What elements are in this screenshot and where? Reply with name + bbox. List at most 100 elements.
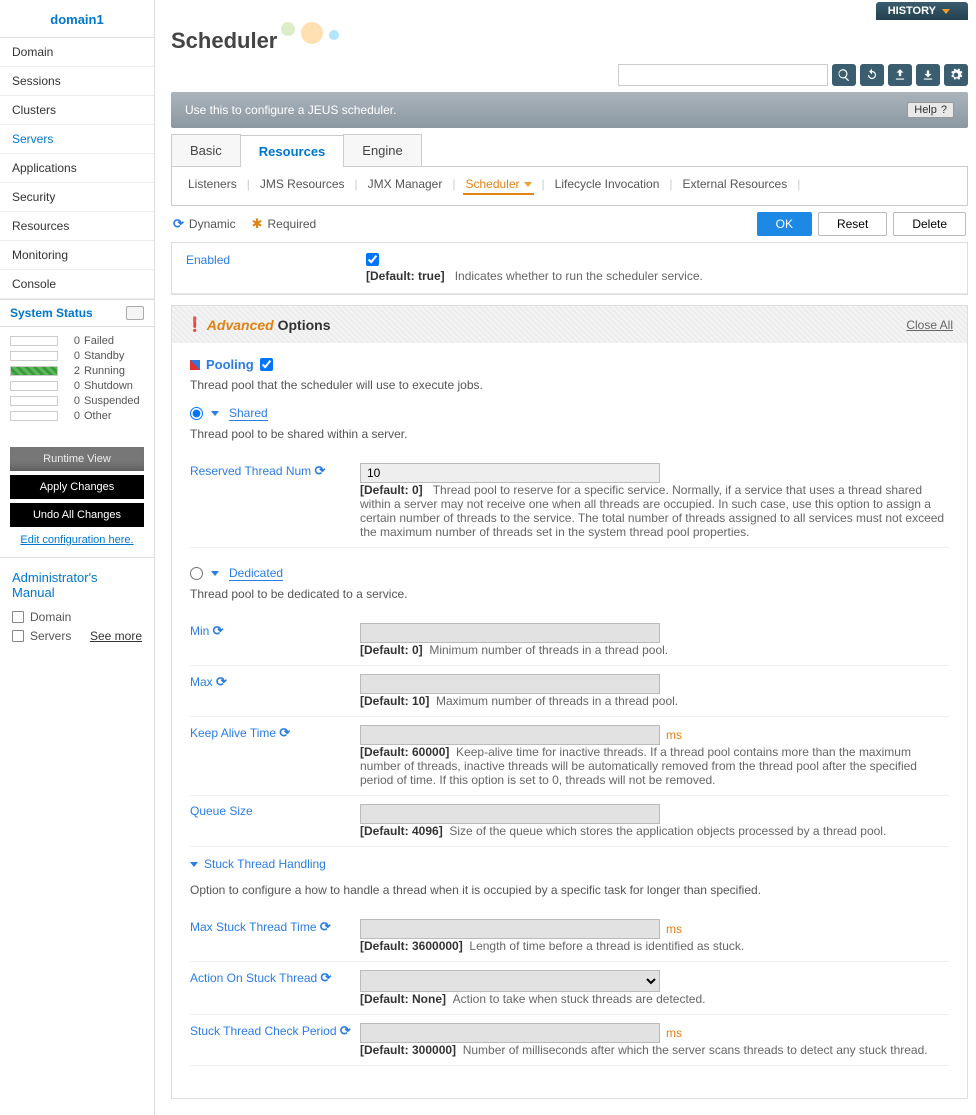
chevron-down-icon [942,9,950,14]
settings-button[interactable] [944,64,968,86]
form-row: Max ⟳[Default: 10] Maximum number of thr… [190,666,949,717]
pooling-icon [190,360,200,370]
chevron-down-icon [211,571,219,576]
dedicated-radio[interactable] [190,567,203,580]
status-label: Suspended [84,395,140,407]
dedicated-desc: Thread pool to be dedicated to a service… [190,587,949,601]
nav-item-sessions[interactable]: Sessions [0,67,154,96]
book-icon [12,611,24,623]
queue-input[interactable] [360,804,660,824]
description-text: Use this to configure a JEUS scheduler. [185,103,396,117]
dynamic-icon: ⟳ [340,1023,351,1038]
system-status-table: 0Failed0Standby2Running0Shutdown0Suspend… [0,327,154,437]
dedicated-label[interactable]: Dedicated [229,566,283,581]
undo-changes-button[interactable]: Undo All Changes [10,503,144,527]
check-period-input[interactable] [360,1023,660,1043]
nav-item-security[interactable]: Security [0,183,154,212]
action-select[interactable] [360,970,660,992]
stuck-thread-section[interactable]: Stuck Thread Handling [190,857,326,871]
min-input[interactable] [360,623,660,643]
help-icon: ? [941,104,947,116]
search-button[interactable] [832,64,856,86]
hint-text: Action to take when stuck threads are de… [453,992,706,1006]
keepalive-input[interactable] [360,725,660,745]
import-button[interactable] [916,64,940,86]
runtime-view-button[interactable]: Runtime View [10,447,144,471]
status-label: Shutdown [84,380,133,392]
sub-tabs: Listeners|JMS Resources|JMX Manager|Sche… [171,167,968,206]
hint-text: Size of the queue which stores the appli… [449,824,886,838]
default-label: [Default: None] [360,992,446,1006]
search-input[interactable] [618,64,828,86]
nav-item-clusters[interactable]: Clusters [0,96,154,125]
tab-resources[interactable]: Resources [240,135,344,167]
status-bar [10,336,58,346]
subtab-jms-resources[interactable]: JMS Resources [258,177,347,191]
help-button[interactable]: Help ? [907,102,954,118]
required-icon: ✱ [252,216,263,232]
pooling-checkbox[interactable] [260,358,273,371]
dynamic-flag: ⟳Dynamic [173,216,236,232]
shared-radio[interactable] [190,407,203,420]
manual-item[interactable]: Domain [12,610,142,624]
default-label: [Default: 0] [360,643,423,657]
close-all-link[interactable]: Close All [906,318,953,332]
nav-item-resources[interactable]: Resources [0,212,154,241]
nav-item-applications[interactable]: Applications [0,154,154,183]
system-status-icon [126,306,144,320]
manual-item[interactable]: ServersSee more [12,629,142,643]
status-count: 2 [66,365,80,377]
ok-button[interactable]: OK [757,212,812,236]
form-row: Queue Size[Default: 4096] Size of the qu… [190,796,949,847]
dynamic-icon: ⟳ [213,623,224,638]
export-button[interactable] [888,64,912,86]
hint-text: Minimum number of threads in a thread po… [429,643,668,657]
status-row: 0Shutdown [10,380,144,392]
status-bar [10,396,58,406]
warning-icon: ❗ [186,316,203,333]
form-row: Stuck Thread Check Period ⟳ms[Default: 3… [190,1015,949,1066]
enabled-checkbox[interactable] [366,253,379,266]
field-label: Keep Alive Time ⟳ [190,725,360,741]
nav-item-servers[interactable]: Servers [0,125,154,154]
max-stuck-input[interactable] [360,919,660,939]
tab-engine[interactable]: Engine [343,134,421,166]
subtab-lifecycle-invocation[interactable]: Lifecycle Invocation [553,177,662,191]
subtab-external-resources[interactable]: External Resources [681,177,790,191]
unit-label: ms [666,922,682,936]
domain-name[interactable]: domain1 [0,0,154,38]
status-count: 0 [66,335,80,347]
default-label: [Default: 3600000] [360,939,463,953]
dynamic-icon: ⟳ [216,674,227,689]
history-button[interactable]: HISTORY [876,2,968,20]
enabled-label: Enabled [186,253,366,267]
nav-list: DomainSessionsClustersServersApplication… [0,38,154,299]
edit-config-link[interactable]: Edit configuration here. [10,533,144,547]
pooling-section-title: Pooling [190,357,949,372]
subtab-jmx-manager[interactable]: JMX Manager [366,177,445,191]
refresh-button[interactable] [860,64,884,86]
tab-basic[interactable]: Basic [171,134,241,166]
enabled-default: [Default: true] [366,269,445,283]
dynamic-icon: ⟳ [173,216,184,232]
see-more-link[interactable]: See more [90,629,142,643]
subtab-scheduler[interactable]: Scheduler [463,177,533,195]
reserved-thread-input[interactable] [360,463,660,483]
apply-changes-button[interactable]: Apply Changes [10,475,144,499]
status-row: 0Standby [10,350,144,362]
reserved-thread-label: Reserved Thread Num ⟳ [190,463,360,479]
reset-button[interactable]: Reset [818,212,887,236]
nav-item-domain[interactable]: Domain [0,38,154,67]
status-row: 2 Running [10,365,144,377]
max-input[interactable] [360,674,660,694]
form-row: Action On Stuck Thread ⟳[Default: None] … [190,962,949,1015]
status-bar [10,411,58,421]
shared-label[interactable]: Shared [229,406,268,421]
nav-item-console[interactable]: Console [0,270,154,299]
delete-button[interactable]: Delete [893,212,966,236]
status-label: Running [84,365,125,377]
nav-item-monitoring[interactable]: Monitoring [0,241,154,270]
system-status-header[interactable]: System Status [0,299,154,327]
subtab-listeners[interactable]: Listeners [186,177,239,191]
field-label: Min ⟳ [190,623,360,639]
